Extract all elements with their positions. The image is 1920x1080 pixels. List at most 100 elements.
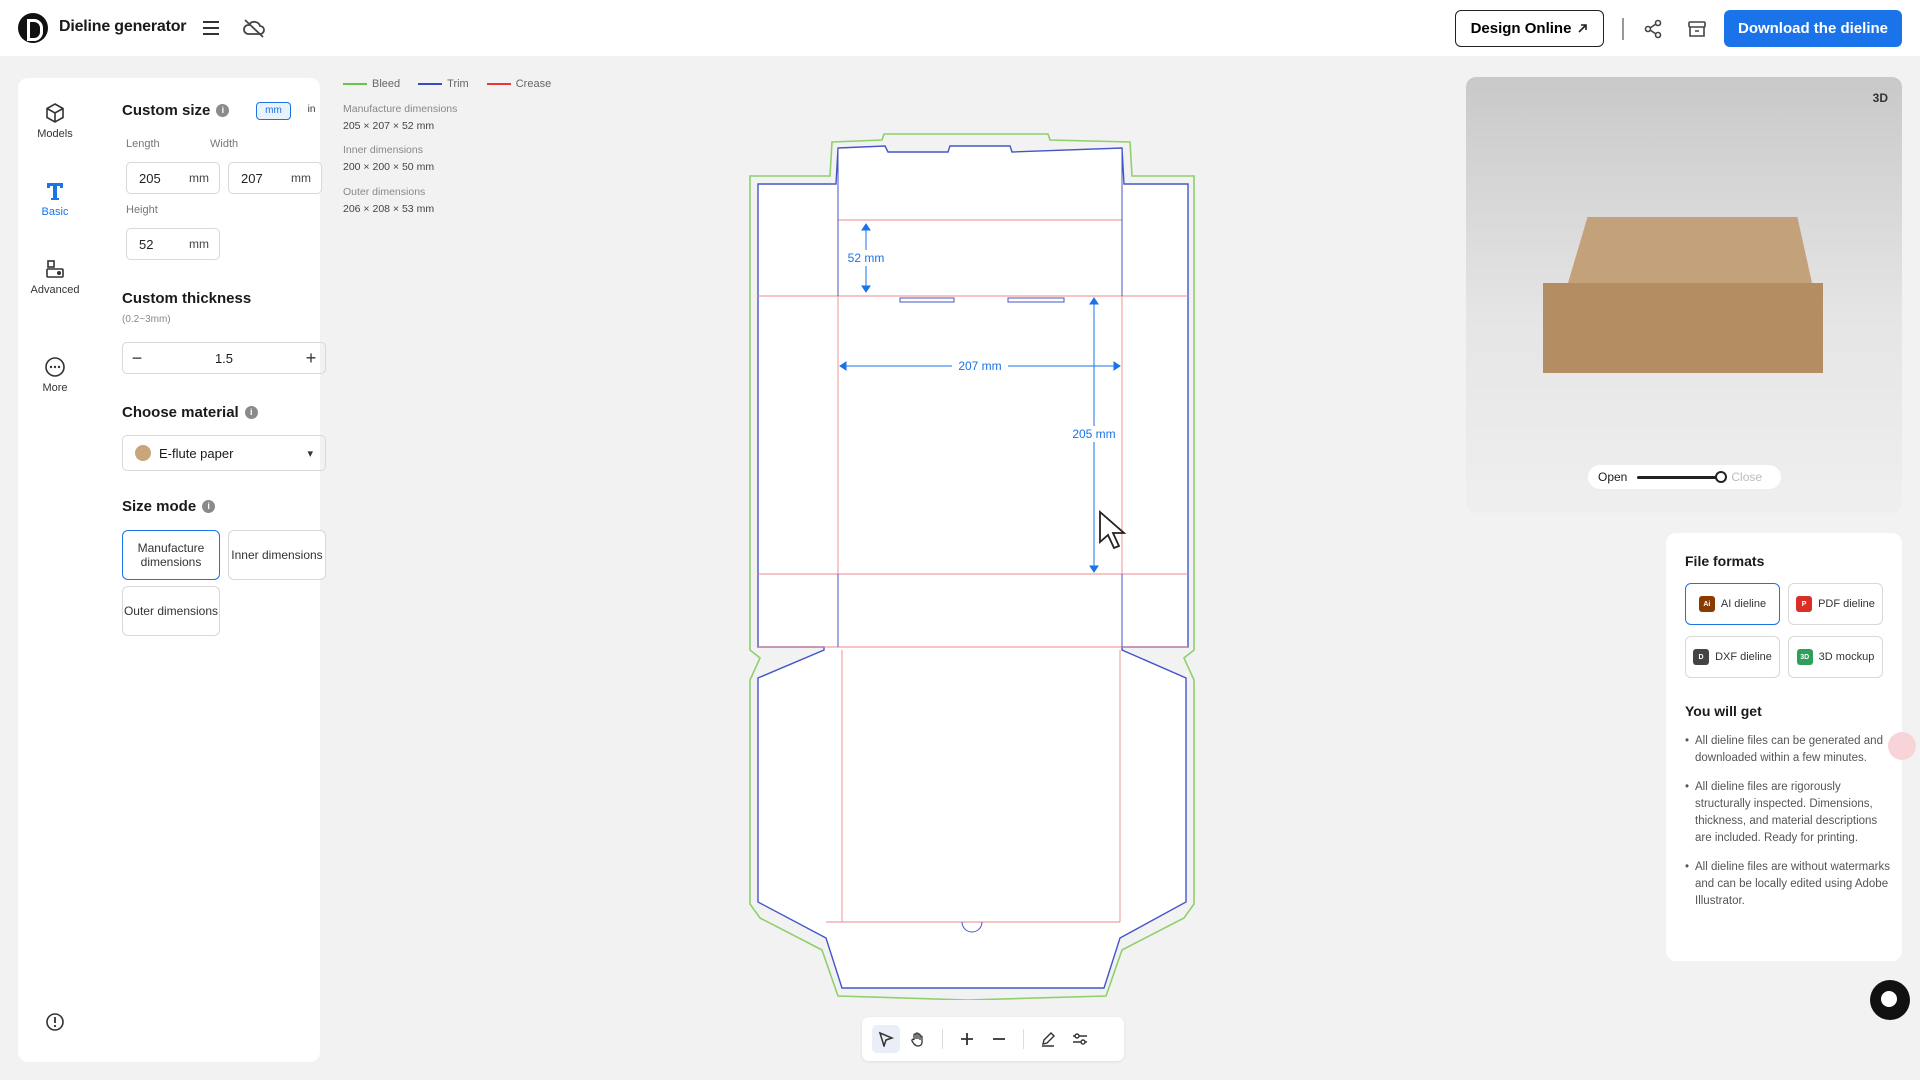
width-value: 207	[241, 170, 263, 186]
3d-mockup-button[interactable]: 3D 3D mockup	[1788, 636, 1883, 678]
outer-label: Outer dimensions	[343, 186, 426, 198]
length-dimension-label: 205 mm	[1072, 427, 1115, 441]
list-item: All dieline files can be generated and d…	[1685, 733, 1890, 767]
help-icon[interactable]: i	[244, 406, 258, 419]
pdf-dieline-button[interactable]: P PDF dieline	[1788, 583, 1883, 625]
archive-icon[interactable]	[1685, 17, 1709, 41]
trim-label: Trim	[447, 78, 469, 90]
more-icon	[45, 357, 65, 377]
edit-tool-button[interactable]	[1034, 1025, 1062, 1053]
inner-value: 200 × 200 × 50 mm	[343, 161, 435, 173]
width-label: Width	[210, 138, 239, 150]
zoom-in-button[interactable]	[953, 1025, 981, 1053]
pan-tool-button[interactable]	[904, 1025, 932, 1053]
material-heading: Choose material i	[122, 404, 258, 421]
crease-label: Crease	[515, 78, 552, 90]
outer-dimensions-button[interactable]: Outer dimensions	[122, 586, 220, 636]
external-link-icon	[1578, 24, 1588, 33]
rail-more[interactable]: More	[18, 356, 92, 394]
plus-icon	[961, 1033, 973, 1045]
help-icon[interactable]: i	[202, 500, 216, 513]
bleed-swatch	[343, 82, 367, 86]
canvas-toolbar	[862, 1017, 1124, 1061]
manufacture-dimensions-info: Manufacture dimensions 205 × 207 × 52 mm	[343, 101, 457, 135]
dxf-dieline-button[interactable]: D DXF dieline	[1685, 636, 1780, 678]
legend-crease: Crease	[486, 78, 552, 90]
manufacture-dimensions-button[interactable]: Manufacture dimensions	[122, 530, 220, 580]
manufacture-value: 205 × 207 × 52 mm	[343, 120, 435, 132]
rail-models[interactable]: Models	[18, 102, 92, 140]
cube-icon	[46, 103, 64, 123]
inner-dimensions-button[interactable]: Inner dimensions	[228, 530, 326, 580]
adjust-button[interactable]	[1066, 1025, 1094, 1053]
rail-more-label: More	[42, 382, 68, 394]
rail-advanced[interactable]: Advanced	[18, 258, 92, 296]
toolbar-divider	[1023, 1029, 1024, 1049]
info-icon[interactable]	[44, 1011, 66, 1033]
chat-icon[interactable]	[1870, 980, 1910, 1020]
select-tool-button[interactable]	[872, 1025, 900, 1053]
height-value: 52	[139, 236, 154, 252]
thickness-value[interactable]: 1.5	[215, 351, 233, 366]
open-close-slider[interactable]: Open Close	[1588, 465, 1781, 489]
custom-size-heading: Custom size i	[122, 102, 230, 119]
dieline-canvas[interactable]: 52 mm 207 mm 205 mm	[740, 130, 1220, 1000]
outer-dimensions-info: Outer dimensions 206 × 208 × 53 mm	[343, 184, 434, 218]
custom-size-title: Custom size	[122, 102, 211, 119]
mockup-file-icon: 3D	[1796, 649, 1813, 665]
slider-track[interactable]	[1637, 470, 1728, 483]
size-mode-heading: Size mode i	[122, 498, 216, 515]
download-dieline-button[interactable]: Download the dieline	[1724, 10, 1902, 47]
design-online-button[interactable]: Design Online	[1455, 10, 1604, 47]
shapes-icon	[46, 260, 64, 278]
open-label: Open	[1598, 470, 1628, 484]
slider-knob[interactable]	[1715, 470, 1728, 483]
material-swatch	[135, 445, 151, 461]
feedback-tab[interactable]	[1888, 732, 1916, 760]
3d-badge[interactable]: 3D	[1873, 91, 1888, 105]
crease-swatch	[486, 82, 511, 86]
hand-icon	[911, 1032, 923, 1047]
dxf-dieline-label: DXF dieline	[1715, 651, 1772, 663]
outer-value: 206 × 208 × 53 mm	[343, 203, 435, 215]
app-title: Dieline generator	[59, 18, 187, 35]
manufacture-label: Manufacture dimensions	[343, 103, 458, 115]
3d-preview[interactable]: 3D Open Close	[1466, 77, 1902, 513]
inner-label: Inner dimensions	[343, 144, 423, 156]
unit-in-option[interactable]: in	[295, 102, 328, 120]
box-top-face	[1568, 217, 1812, 283]
unit-mm-option[interactable]: mm	[256, 102, 291, 120]
menu-icon[interactable]	[200, 18, 222, 38]
app-logo[interactable]	[18, 13, 48, 43]
ai-dieline-label: AI dieline	[1720, 598, 1767, 610]
decrement-button[interactable]: −	[123, 348, 151, 369]
increment-button[interactable]: +	[297, 348, 325, 369]
cloud-off-icon[interactable]	[241, 16, 267, 40]
toolbar-divider	[942, 1029, 943, 1049]
rail-models-label: Models	[37, 128, 73, 140]
unit-toggle: mm in	[256, 102, 328, 120]
help-icon[interactable]: i	[216, 104, 230, 117]
zoom-out-button[interactable]	[985, 1025, 1013, 1053]
legend-trim: Trim	[418, 78, 469, 90]
height-input[interactable]: 52 mm	[126, 228, 220, 260]
share-icon[interactable]	[1641, 17, 1665, 41]
text-t-icon	[47, 183, 63, 200]
pen-icon	[1042, 1032, 1055, 1047]
trim-swatch	[418, 82, 443, 86]
material-select[interactable]: E-flute paper ▾	[122, 435, 326, 471]
bleed-label: Bleed	[372, 78, 401, 90]
length-input[interactable]: 205 mm	[126, 162, 220, 194]
rail-basic[interactable]: Basic	[18, 180, 92, 218]
dxf-file-icon: D	[1693, 649, 1710, 665]
inner-dimensions-info: Inner dimensions 200 × 200 × 50 mm	[343, 142, 434, 176]
height-dimension-label: 52 mm	[848, 251, 885, 265]
thickness-stepper: − 1.5 +	[122, 342, 326, 374]
file-formats-panel: File formats Ai AI dieline P PDF dieline…	[1666, 533, 1902, 961]
ai-dieline-button[interactable]: Ai AI dieline	[1685, 583, 1780, 625]
design-online-label: Design Online	[1470, 20, 1572, 37]
close-label: Close	[1731, 470, 1763, 484]
width-input[interactable]: 207 mm	[228, 162, 322, 194]
rail-basic-label: Basic	[41, 206, 69, 218]
benefits-title: You will get	[1685, 703, 1762, 719]
